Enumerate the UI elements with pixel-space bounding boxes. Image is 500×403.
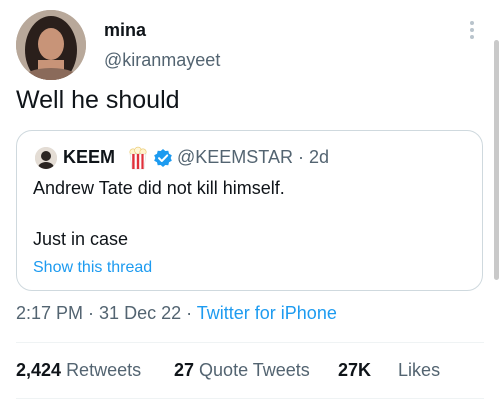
quoted-author-avatar xyxy=(35,147,57,169)
tweet-detail: mina @kiranmayeet Well he should KEEM @K… xyxy=(0,0,500,403)
author-display-name[interactable]: mina xyxy=(104,20,146,41)
more-options-icon[interactable] xyxy=(462,18,482,42)
retweets-count: 2,424 xyxy=(16,360,62,380)
author-avatar[interactable] xyxy=(16,10,86,80)
retweets-label: Retweets xyxy=(66,360,142,380)
tweet-source-link[interactable]: Twitter for iPhone xyxy=(197,303,337,323)
meta-separator: · xyxy=(181,303,197,323)
scrollbar[interactable] xyxy=(494,40,499,280)
tweet-time[interactable]: 2:17 PM xyxy=(16,303,83,323)
quoted-author-name: KEEM xyxy=(63,147,116,167)
divider xyxy=(16,398,484,399)
retweets-stat[interactable]: 2,424 Retweets xyxy=(16,360,141,381)
likes-count: 27K xyxy=(338,360,372,380)
verified-badge-icon xyxy=(153,148,173,168)
show-thread-link[interactable]: Show this thread xyxy=(33,259,152,277)
tweet-date[interactable]: 31 Dec 22 xyxy=(99,303,181,323)
author-handle[interactable]: @kiranmayeet xyxy=(104,50,220,71)
quoted-tweet-card[interactable]: KEEM @KEEMSTAR · 2d Andrew Tate did not … xyxy=(16,130,483,291)
quote-tweets-stat[interactable]: 27 Quote Tweets xyxy=(174,360,310,381)
popcorn-icon xyxy=(127,146,149,170)
quoted-text-line: Just in case xyxy=(33,229,129,249)
likes-label: Likes xyxy=(398,360,441,380)
quotes-count: 27 xyxy=(174,360,195,380)
meta-separator: · xyxy=(83,303,100,323)
likes-stat[interactable]: 27K Likes xyxy=(338,360,440,381)
quoted-text-line: Andrew Tate did not kill himself. xyxy=(33,178,285,198)
quoted-handle-time: @KEEMSTAR · 2d xyxy=(177,147,329,167)
quotes-label: Quote Tweets xyxy=(199,360,310,380)
tweet-text: Well he should xyxy=(16,86,180,114)
tweet-meta: 2:17 PM · 31 Dec 22 · Twitter for iPhone xyxy=(16,303,337,324)
divider xyxy=(16,342,484,343)
